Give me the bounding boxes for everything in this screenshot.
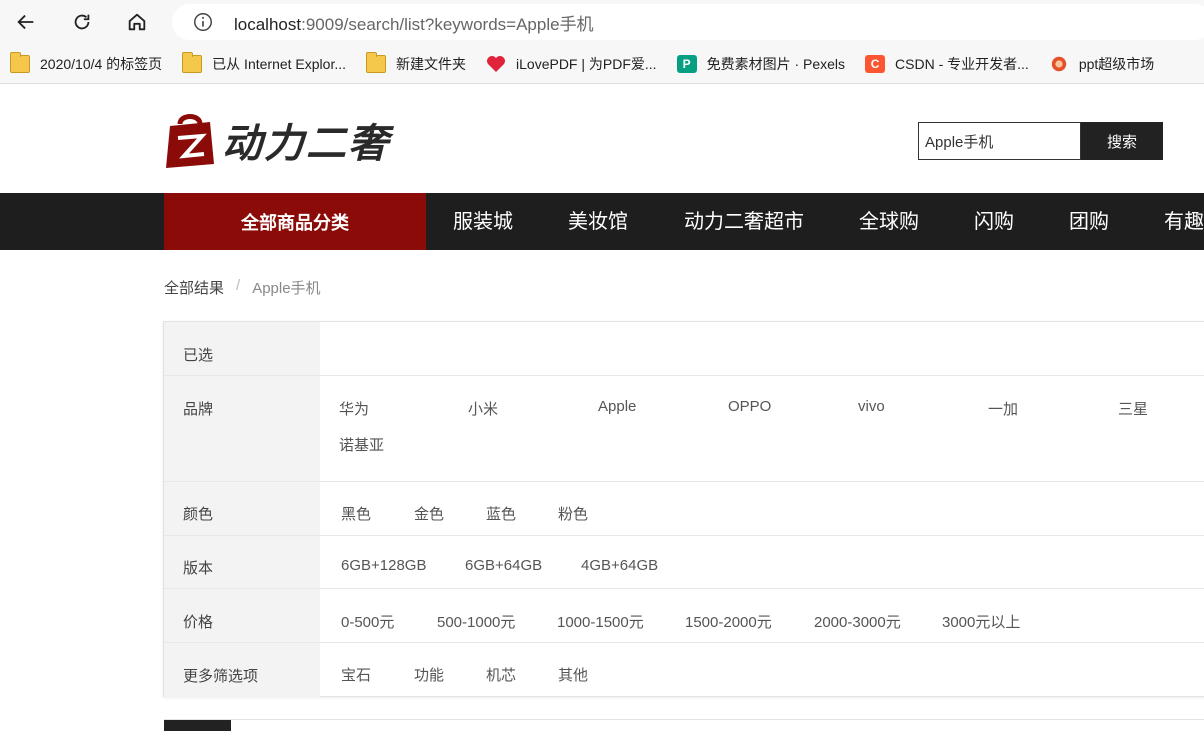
nav-item-group-buy[interactable]: 团购 — [1069, 193, 1109, 250]
nav-item-flash-sale[interactable]: 闪购 — [974, 193, 1014, 250]
more-option[interactable]: 功能 — [414, 664, 444, 685]
reload-button[interactable] — [66, 6, 98, 38]
browser-toolbar: localhost:9009/search/list?keywords=Appl… — [0, 0, 1204, 44]
price-option[interactable]: 2000-3000元 — [814, 611, 901, 632]
nav-item-supermarket[interactable]: 动力二奢超市 — [684, 193, 804, 250]
bookmarks-bar: 2020/10/4 的标签页 已从 Internet Explor... 新建文… — [0, 44, 1204, 84]
price-option[interactable]: 500-1000元 — [437, 611, 515, 632]
all-categories-button[interactable]: 全部商品分类 — [164, 193, 426, 250]
brand-option[interactable]: 诺基亚 — [339, 434, 384, 455]
filter-label: 更多筛选项 — [164, 643, 320, 697]
nav-item-clothing[interactable]: 服装城 — [453, 193, 513, 250]
ppt-icon — [1051, 56, 1067, 71]
category-nav: 全部商品分类 服装城 美妆馆 动力二奢超市 全球购 闪购 团购 有趣 — [0, 193, 1204, 250]
filter-row-brand: 品牌 华为 小米 Apple OPPO vivo 一加 三星 诺基亚 — [164, 376, 1204, 482]
price-option[interactable]: 3000元以上 — [942, 611, 1020, 632]
nav-item-fun[interactable]: 有趣 — [1164, 193, 1204, 250]
filter-row-price: 价格 0-500元 500-1000元 1000-1500元 1500-2000… — [164, 589, 1204, 643]
breadcrumb-current: Apple手机 — [252, 280, 321, 297]
bookmark-item[interactable]: 新建文件夹 — [366, 51, 467, 74]
version-option[interactable]: 4GB+64GB — [581, 557, 658, 574]
folder-icon — [10, 51, 30, 73]
bookmark-item[interactable]: iLovePDF | 为PDF爱... — [486, 54, 657, 74]
csdn-icon: C — [865, 54, 886, 73]
logo-text: 动力二奢 — [222, 121, 390, 167]
version-option[interactable]: 6GB+64GB — [465, 557, 542, 574]
site-logo[interactable]: 动力二奢 — [164, 110, 390, 170]
info-icon[interactable] — [192, 11, 214, 33]
more-option[interactable]: 机芯 — [486, 664, 516, 685]
search-button[interactable]: 搜索 — [1081, 122, 1163, 160]
bookmark-item[interactable]: 已从 Internet Explor... — [182, 51, 347, 74]
reload-icon — [74, 14, 90, 30]
filter-row-version: 版本 6GB+128GB 6GB+64GB 4GB+64GB — [164, 536, 1204, 589]
heart-icon — [487, 55, 506, 72]
home-button[interactable] — [121, 6, 153, 38]
back-button[interactable] — [10, 6, 42, 38]
brand-option[interactable]: 小米 — [468, 398, 498, 419]
breadcrumb-separator: / — [236, 277, 241, 294]
bookmark-item[interactable]: 2020/10/4 的标签页 — [10, 51, 163, 74]
folder-icon — [182, 51, 203, 73]
breadcrumb-root[interactable]: 全部结果 — [164, 277, 224, 298]
filter-label: 颜色 — [164, 482, 320, 535]
shopping-bag-logo-icon — [166, 114, 214, 168]
address-bar[interactable]: localhost:9009/search/list?keywords=Appl… — [172, 4, 1204, 40]
brand-option[interactable]: 三星 — [1118, 398, 1148, 419]
bookmark-item[interactable]: P 免费素材图片 · Pexels — [676, 54, 846, 74]
price-option[interactable]: 1000-1500元 — [557, 611, 644, 632]
filter-row-color: 颜色 黑色 金色 蓝色 粉色 — [164, 482, 1204, 536]
color-option[interactable]: 蓝色 — [486, 503, 516, 524]
brand-option[interactable]: vivo — [858, 398, 885, 415]
nav-item-global[interactable]: 全球购 — [859, 193, 919, 250]
bookmark-label: 免费素材图片 · Pexels — [706, 55, 846, 72]
brand-option[interactable]: OPPO — [728, 398, 771, 415]
filter-row-more: 更多筛选项 宝石 功能 机芯 其他 — [164, 643, 1204, 697]
bookmark-label: iLovePDF | 为PDF爱... — [516, 55, 657, 72]
brand-option[interactable]: 华为 — [339, 398, 369, 419]
color-option[interactable]: 金色 — [414, 503, 444, 524]
url-text: localhost:9009/search/list?keywords=Appl… — [234, 10, 594, 35]
nav-item-beauty[interactable]: 美妆馆 — [568, 193, 628, 250]
home-icon — [128, 13, 146, 31]
brand-option[interactable]: 一加 — [988, 398, 1018, 419]
filter-panel: 已选 品牌 华为 小米 Apple OPPO vivo 一加 三星 诺基亚 颜色… — [163, 321, 1204, 697]
filter-row-selected: 已选 — [164, 322, 1204, 376]
more-option[interactable]: 宝石 — [341, 664, 371, 685]
filter-label: 版本 — [164, 536, 320, 588]
brand-option[interactable]: Apple — [598, 398, 636, 415]
bookmark-label: 2020/10/4 的标签页 — [40, 55, 163, 72]
url-path: :9009/search/list?keywords=Apple手机 — [301, 14, 594, 34]
folder-icon — [366, 51, 387, 73]
bookmark-label: 新建文件夹 — [396, 55, 467, 72]
sort-bar-divider — [164, 719, 1204, 720]
price-option[interactable]: 1500-2000元 — [685, 611, 772, 632]
arrow-left-icon — [17, 14, 34, 30]
filter-label: 已选 — [164, 322, 320, 375]
price-option[interactable]: 0-500元 — [341, 611, 394, 632]
search-input[interactable] — [918, 122, 1081, 160]
bookmark-item[interactable]: C CSDN - 专业开发者... — [865, 54, 1029, 74]
bookmark-label: 已从 Internet Explor... — [212, 55, 347, 72]
bookmark-label: CSDN - 专业开发者... — [895, 55, 1029, 72]
filter-label: 品牌 — [164, 376, 320, 481]
sort-tab-active[interactable] — [164, 720, 231, 731]
breadcrumb: 全部结果 / Apple手机 — [164, 277, 321, 298]
url-host: localhost — [234, 14, 302, 34]
version-option[interactable]: 6GB+128GB — [341, 557, 426, 574]
color-option[interactable]: 粉色 — [558, 503, 588, 524]
filter-label: 价格 — [164, 589, 320, 642]
bookmark-item[interactable]: ppt超级市场 — [1049, 54, 1154, 74]
more-option[interactable]: 其他 — [558, 664, 588, 685]
color-option[interactable]: 黑色 — [341, 503, 371, 524]
pexels-icon: P — [676, 54, 697, 73]
bookmark-label: ppt超级市场 — [1078, 55, 1155, 72]
